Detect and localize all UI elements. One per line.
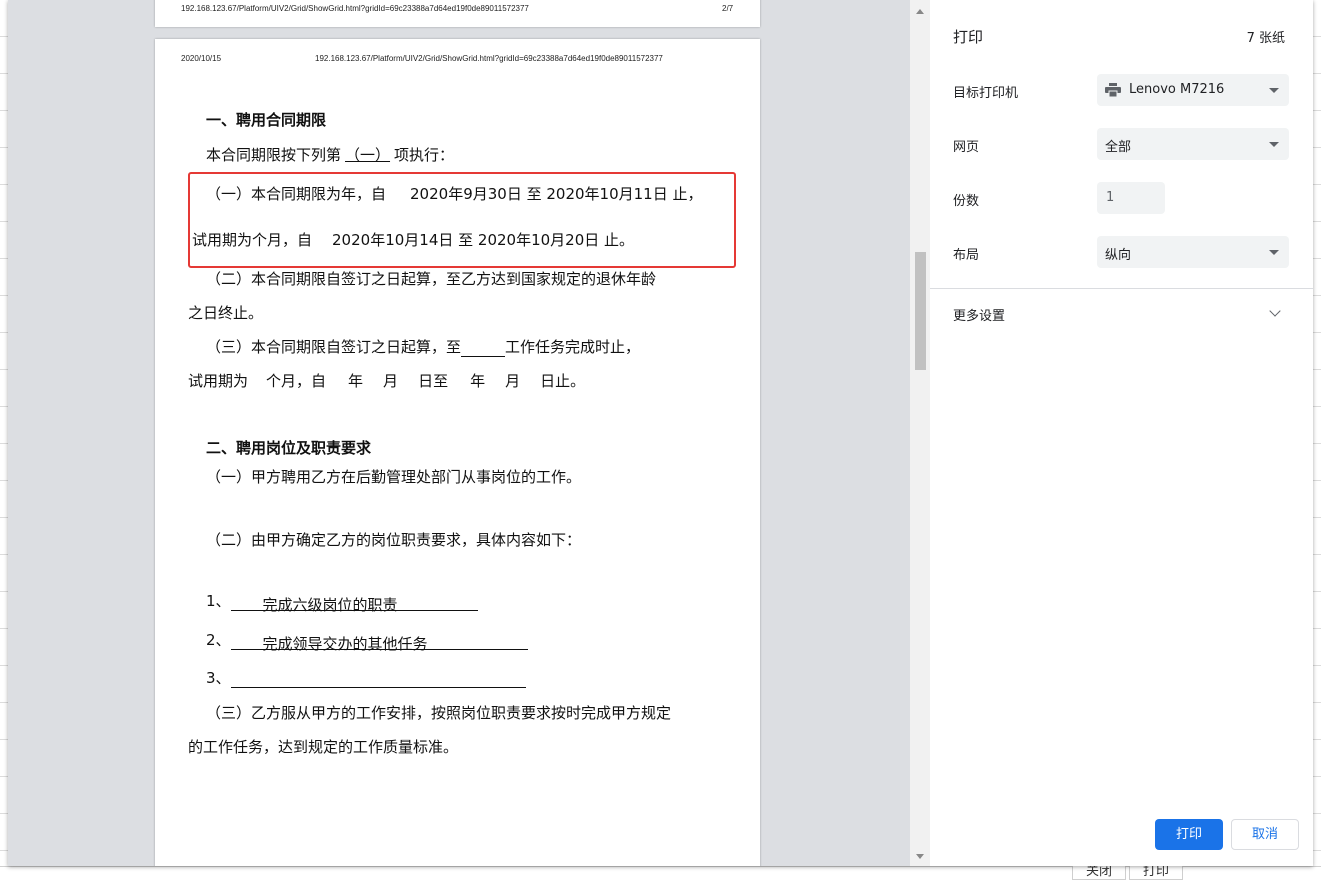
section-2-title: 二、聘用岗位及职责要求 — [206, 439, 372, 457]
section-2-para-2: （二）由甲方确定乙方的岗位职责要求，具体内容如下： — [206, 531, 582, 549]
copies-input[interactable]: 1 — [1097, 182, 1165, 214]
month-2: 月 — [505, 372, 521, 390]
preview-page-previous: 192.168.123.67/Platform/UIV2/Grid/ShowGr… — [155, 0, 760, 27]
sheet-count: 7 张纸 — [1246, 31, 1285, 46]
print-settings-panel: 打印 7 张纸 目标打印机 Lenovo M7216 网页 全部 份数 1 布局… — [930, 0, 1313, 866]
scrollbar-thumb[interactable] — [915, 252, 926, 370]
section-1-item-3-line-2: 试用期为 个月，自 年 月 日至 年 月 日止。 — [188, 370, 585, 391]
intro-text: 本合同期限按下列第 — [206, 146, 342, 164]
destination-label: 目标打印机 — [953, 86, 1019, 101]
destination-value: Lenovo M7216 — [1129, 82, 1225, 97]
print-preview-area[interactable]: 192.168.123.67/Platform/UIV2/Grid/ShowGr… — [8, 0, 930, 866]
scroll-down-arrow-icon[interactable] — [916, 854, 924, 859]
section-1-title: 一、聘用合同期限 — [206, 111, 327, 129]
print-dialog: 192.168.123.67/Platform/UIV2/Grid/ShowGr… — [8, 0, 1313, 866]
section-1-item-2-line-1: （二）本合同期限自签订之日起算，至乙方达到国家规定的退休年龄 — [206, 270, 657, 288]
section-2-para-3-line-2: 的工作任务，达到规定的工作质量标准。 — [188, 738, 459, 756]
section-1-item-2-line-2: 之日终止。 — [188, 304, 264, 322]
pages-value: 全部 — [1105, 140, 1132, 155]
blank-underline — [461, 340, 506, 357]
item-3-text-end: 工作任务完成时止， — [505, 338, 641, 356]
chevron-down-icon — [1269, 142, 1279, 147]
duty-list-item-2: 2、 完成领导交办的其他任务 — [206, 629, 528, 653]
duty-underline — [230, 671, 526, 688]
section-1-item-3-line-1: （三）本合同期限自签订之日起算，至 工作任务完成时止， — [206, 336, 640, 357]
document-content: 一、聘用合同期限 本合同期限按下列第 （一） 项执行： （一）本合同期限为年，自 20… — [155, 39, 760, 866]
background-grid-left — [0, 0, 8, 878]
layout-label: 布局 — [953, 248, 980, 263]
preview-scrollbar[interactable] — [910, 0, 930, 866]
preview-page-current: 2020/10/15 192.168.123.67/Platform/UIV2/… — [155, 39, 760, 866]
cancel-button[interactable]: 取消 — [1231, 819, 1299, 850]
scroll-up-arrow-icon[interactable] — [916, 9, 924, 14]
duty-text: 完成六级岗位的职责 — [262, 596, 398, 614]
pages-label: 网页 — [953, 140, 980, 155]
chevron-down-icon — [1269, 88, 1279, 93]
duty-underline: 完成领导交办的其他任务 — [230, 633, 528, 653]
probation-label: 试用期为 — [188, 372, 249, 390]
copies-value: 1 — [1106, 190, 1115, 205]
background-grid-right — [1313, 0, 1321, 878]
section-1-intro: 本合同期限按下列第 （一） 项执行： — [206, 144, 454, 165]
duty-underline: 完成六级岗位的职责 — [230, 594, 478, 614]
duty-number: 1、 — [206, 592, 231, 610]
duty-number: 2、 — [206, 631, 231, 649]
year-2: 年 — [470, 372, 486, 390]
day-to: 日至 — [418, 372, 449, 390]
duty-list-item-3: 3、 — [206, 667, 526, 688]
duty-list-item-1: 1、 完成六级岗位的职责 — [206, 590, 478, 614]
print-button[interactable]: 打印 — [1155, 819, 1223, 850]
chevron-down-icon — [1269, 250, 1279, 255]
intro-choice: （一） — [345, 146, 391, 164]
duty-text: 完成领导交办的其他任务 — [262, 635, 428, 653]
months-from: 个月，自 — [266, 372, 327, 390]
destination-select[interactable]: Lenovo M7216 — [1097, 74, 1289, 106]
item-3-text: （三）本合同期限自签订之日起算，至 — [206, 338, 462, 356]
section-2-para-3-line-1: （三）乙方服从甲方的工作安排，按照岗位职责要求按时完成甲方规定 — [206, 704, 672, 722]
page-header-url: 192.168.123.67/Platform/UIV2/Grid/ShowGr… — [181, 4, 529, 13]
highlight-box — [188, 172, 736, 268]
more-settings-toggle[interactable]: 更多设置 — [953, 305, 1005, 324]
printer-icon — [1105, 83, 1121, 97]
pages-select[interactable]: 全部 — [1097, 128, 1289, 160]
layout-select[interactable]: 纵向 — [1097, 236, 1289, 268]
duty-number: 3、 — [206, 669, 231, 687]
settings-divider — [930, 288, 1313, 289]
page-number: 2/7 — [722, 4, 734, 13]
month-1: 月 — [383, 372, 399, 390]
layout-value: 纵向 — [1105, 248, 1132, 263]
intro-text-end: 项执行： — [394, 146, 455, 164]
year-1: 年 — [348, 372, 364, 390]
section-2-para-1: （一）甲方聘用乙方在后勤管理处部门从事岗位的工作。 — [206, 468, 582, 486]
day-end: 日止。 — [540, 372, 586, 390]
copies-label: 份数 — [953, 194, 980, 209]
expand-chevron-icon[interactable] — [1269, 305, 1281, 317]
print-title: 打印 — [953, 28, 984, 46]
